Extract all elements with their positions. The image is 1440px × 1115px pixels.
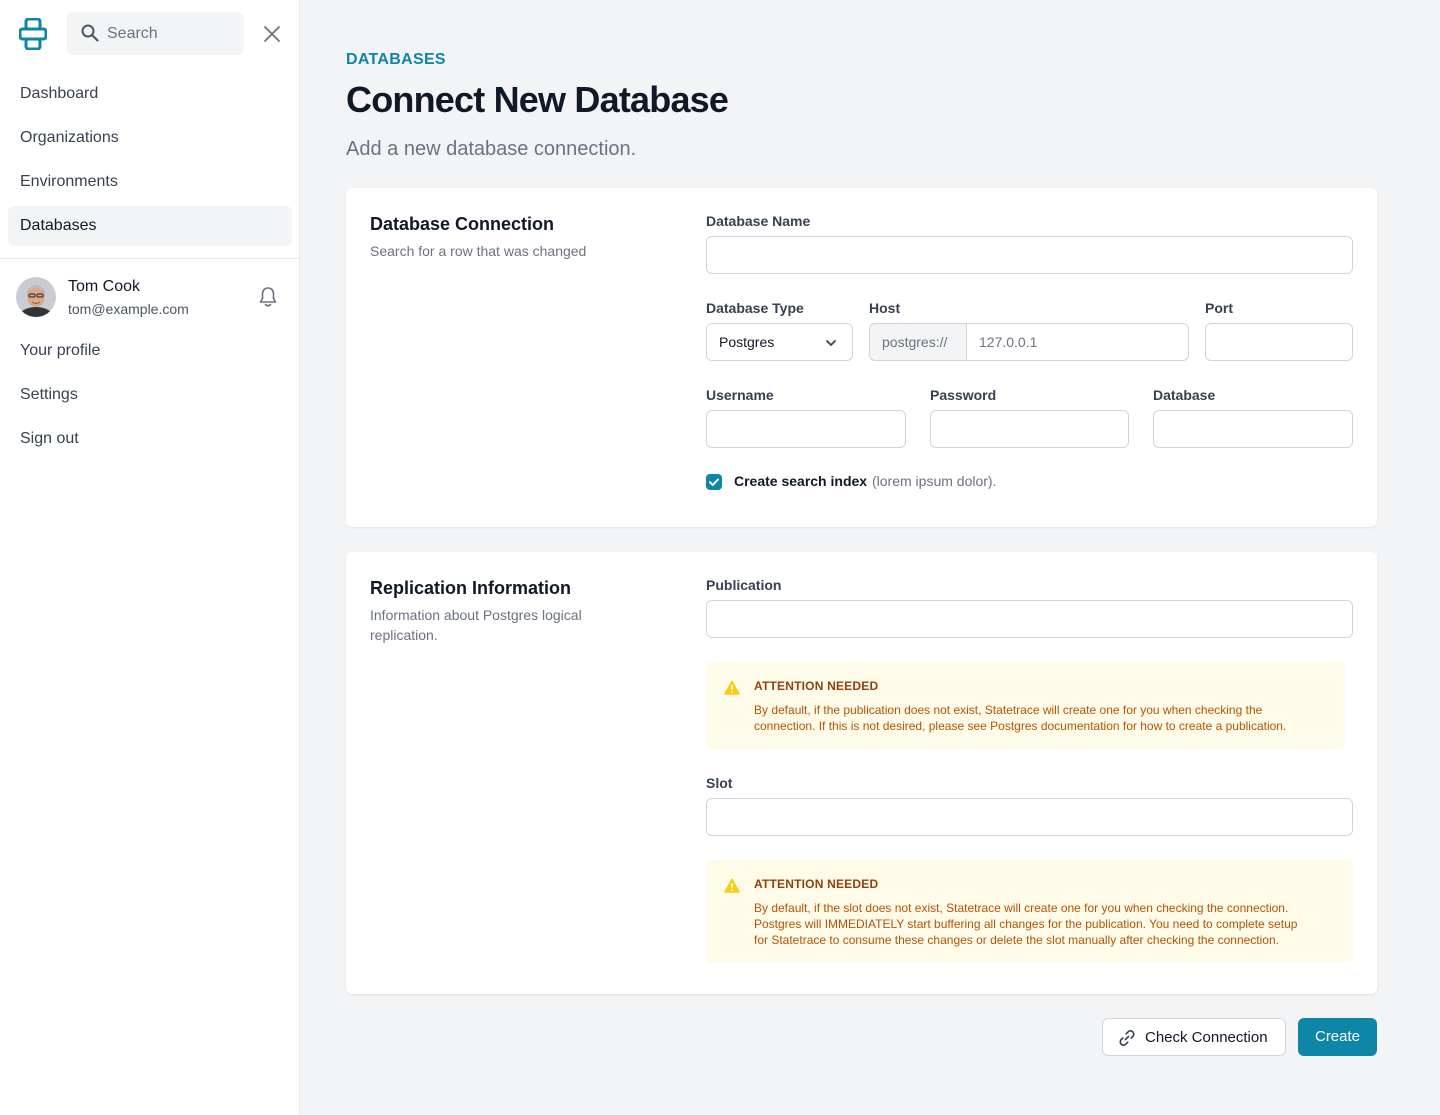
search-box[interactable] xyxy=(67,12,244,55)
slot-field[interactable] xyxy=(706,798,1353,836)
database-name-field[interactable] xyxy=(706,236,1353,274)
database-field[interactable] xyxy=(1153,410,1353,448)
slot-alert: ATTENTION NEEDED By default, if the slot… xyxy=(706,860,1353,963)
alert-line: connection. If this is not desired, plea… xyxy=(754,719,1287,733)
database-connection-card: Database Connection Search for a row tha… xyxy=(346,188,1377,527)
password-field[interactable] xyxy=(930,410,1129,448)
search-index-checkbox[interactable] xyxy=(706,474,722,490)
alert-line: Postgres will IMMEDIATELY start bufferin… xyxy=(754,917,1298,931)
section-description: Information about Postgres logical repli… xyxy=(370,607,582,643)
section-title: Replication Information xyxy=(370,578,572,598)
database-type-select[interactable]: Postgres xyxy=(706,323,853,361)
user-profile: Tom Cook tom@example.com xyxy=(16,277,286,319)
alert-line: for Statetrace to consume these changes … xyxy=(754,933,1279,947)
sidebar-divider xyxy=(0,258,300,259)
alert-line: By default, if the publication does not … xyxy=(754,703,1263,717)
host-input-group: postgres:// xyxy=(869,323,1189,361)
database-name-label: Database Name xyxy=(706,213,811,229)
publication-label: Publication xyxy=(706,577,782,593)
host-field[interactable] xyxy=(966,323,1189,361)
logo-icon[interactable] xyxy=(19,18,47,50)
alert-body: By default, if the publication does not … xyxy=(754,702,1286,734)
replication-card: Replication Information Information abou… xyxy=(346,552,1377,994)
alert-title: ATTENTION NEEDED xyxy=(754,877,879,891)
warning-icon xyxy=(724,680,740,695)
host-label: Host xyxy=(869,300,901,316)
page-title: Connect New Database xyxy=(346,79,729,120)
create-label: Create xyxy=(1314,1028,1361,1045)
search-icon xyxy=(81,24,99,42)
check-icon xyxy=(709,478,719,486)
sidebar-header xyxy=(0,12,300,56)
sidebar-item-environments[interactable]: Environments xyxy=(8,162,292,202)
host-prefix: postgres:// xyxy=(869,323,967,361)
sidebar-item-databases[interactable]: Databases xyxy=(8,206,292,246)
alert-line: By default, if the slot does not exist, … xyxy=(754,901,1289,915)
user-nav-settings[interactable]: Settings xyxy=(8,375,292,415)
publication-alert: ATTENTION NEEDED By default, if the publ… xyxy=(706,662,1345,749)
sidebar-nav: Dashboard Organizations Environments Dat… xyxy=(8,74,292,250)
alert-title: ATTENTION NEEDED xyxy=(754,679,879,693)
database-label: Database xyxy=(1153,387,1216,403)
section-title: Database Connection xyxy=(370,214,555,234)
bell-icon[interactable] xyxy=(258,286,278,308)
port-field[interactable] xyxy=(1205,323,1353,361)
warning-icon xyxy=(724,878,740,893)
password-label: Password xyxy=(930,387,997,403)
slot-label: Slot xyxy=(706,775,733,791)
chevron-down-icon xyxy=(826,340,836,346)
publication-field[interactable] xyxy=(706,600,1353,638)
database-type-label: Database Type xyxy=(706,300,804,316)
avatar[interactable] xyxy=(16,277,56,317)
sidebar-item-dashboard[interactable]: Dashboard xyxy=(8,74,292,114)
username-label: Username xyxy=(706,387,774,403)
section-description: Search for a row that was changed xyxy=(370,243,587,259)
user-name: Tom Cook xyxy=(68,278,141,295)
search-input[interactable] xyxy=(107,12,237,55)
link-icon xyxy=(1119,1030,1135,1046)
page-subtitle: Add a new database connection. xyxy=(346,138,637,160)
user-nav: Your profile Settings Sign out xyxy=(8,331,292,463)
check-connection-button[interactable]: Check Connection xyxy=(1102,1018,1286,1056)
database-type-value: Postgres xyxy=(719,334,775,350)
search-index-hint: (lorem ipsum dolor). xyxy=(872,473,997,489)
user-nav-your-profile[interactable]: Your profile xyxy=(8,331,292,371)
port-label: Port xyxy=(1205,300,1233,316)
sidebar: Dashboard Organizations Environments Dat… xyxy=(0,0,300,1115)
create-button[interactable]: Create xyxy=(1298,1018,1377,1056)
user-email: tom@example.com xyxy=(68,301,189,317)
check-connection-label: Check Connection xyxy=(1145,1029,1268,1046)
user-nav-sign-out[interactable]: Sign out xyxy=(8,419,292,459)
alert-body: By default, if the slot does not exist, … xyxy=(754,900,1297,948)
search-index-label[interactable]: Create search index xyxy=(734,473,867,489)
username-field[interactable] xyxy=(706,410,906,448)
close-icon[interactable] xyxy=(261,23,283,45)
sidebar-item-organizations[interactable]: Organizations xyxy=(8,118,292,158)
breadcrumb[interactable]: DATABASES xyxy=(346,51,446,69)
